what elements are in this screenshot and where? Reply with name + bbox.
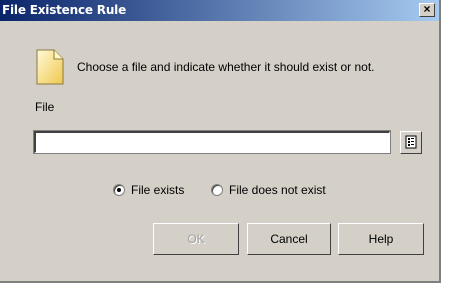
browse-icon (405, 135, 417, 149)
document-icon (36, 49, 64, 90)
cancel-button[interactable]: Cancel (247, 223, 331, 255)
instruction-text: Choose a file and indicate whether it sh… (77, 60, 375, 74)
radio-file-not-exists-label: File does not exist (229, 183, 326, 197)
close-button[interactable]: × (419, 3, 435, 17)
file-path-input[interactable] (33, 130, 391, 154)
radio-file-not-exists-dot[interactable] (211, 184, 223, 196)
title-bar[interactable]: File Existence Rule × (0, 0, 439, 21)
radio-file-exists-dot[interactable] (113, 184, 125, 196)
close-icon: × (423, 2, 431, 16)
radio-file-exists[interactable]: File exists (113, 183, 184, 197)
help-button[interactable]: Help (338, 223, 424, 255)
file-existence-rule-dialog: File Existence Rule × Choose a file and … (0, 0, 441, 283)
radio-file-exists-label: File exists (131, 183, 185, 197)
browse-button[interactable] (400, 131, 422, 154)
dialog-title: File Existence Rule (2, 3, 127, 17)
file-label: File (35, 100, 55, 114)
ok-button[interactable]: OK (153, 223, 239, 255)
radio-file-not-exists[interactable]: File does not exist (211, 183, 326, 197)
